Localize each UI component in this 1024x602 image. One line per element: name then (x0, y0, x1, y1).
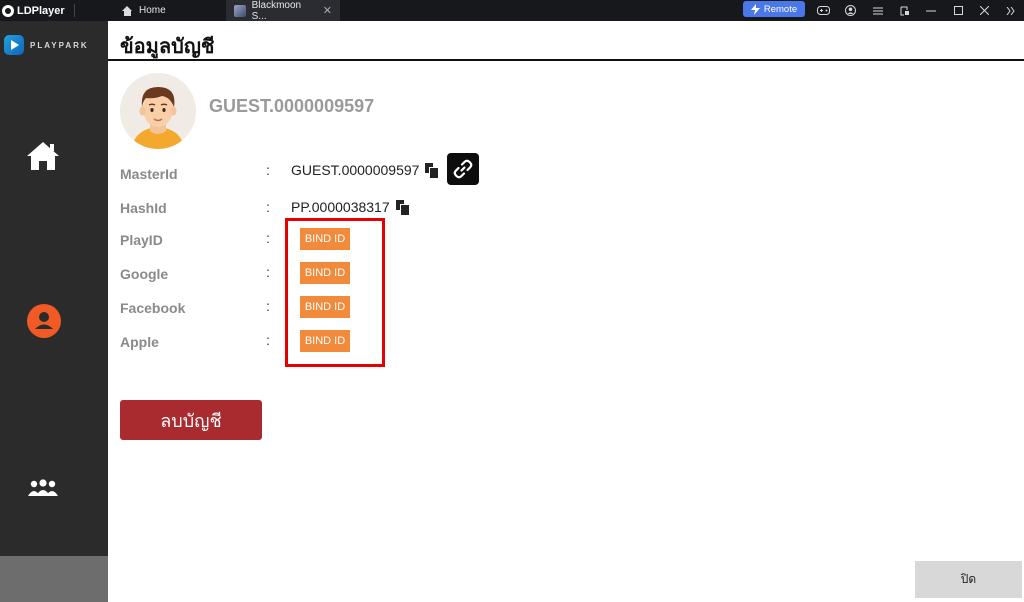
expand-sidebar-icon[interactable] (1001, 0, 1021, 21)
hashid-value: PP.0000038317 (291, 199, 390, 215)
avatar (120, 73, 196, 149)
close-button[interactable]: ปิด (915, 561, 1022, 598)
facebook-label: Facebook (120, 300, 186, 316)
app-name: LDPlayer (17, 4, 65, 17)
title-divider (108, 59, 1024, 61)
masterid-label: MasterId (120, 166, 178, 182)
masterid-value-row: GUEST.0000009597 (291, 162, 440, 179)
nav-profile[interactable] (27, 304, 61, 338)
emulator-titlebar: LDPlayer Home Blackmoon S... ✕ Remote (0, 0, 1024, 22)
ldplayer-logo: LDPlayer (2, 0, 65, 21)
tab-game-label: Blackmoon S... (251, 0, 302, 22)
playid-label: PlayID (120, 232, 163, 248)
copy-hashid-icon[interactable] (394, 199, 410, 216)
minimize-icon[interactable] (921, 0, 941, 21)
hashid-colon: : (266, 199, 270, 215)
menu-icon[interactable] (868, 0, 888, 21)
tab-close-icon[interactable]: ✕ (323, 4, 332, 17)
sidebar-footer (0, 556, 108, 602)
masterid-colon: : (266, 162, 270, 178)
tab-home[interactable]: Home (114, 0, 224, 21)
nav-home[interactable] (26, 141, 60, 171)
playpark-sidebar: PLAYPARK (0, 21, 108, 602)
google-colon: : (266, 264, 270, 280)
link-account-button[interactable] (447, 153, 479, 185)
avatar-illustration (120, 73, 196, 149)
account-icon[interactable] (840, 0, 860, 21)
facebook-colon: : (266, 298, 270, 314)
nav-community[interactable] (26, 478, 60, 498)
copy-masterid-icon[interactable] (423, 162, 440, 179)
profile-name: GUEST.0000009597 (209, 96, 375, 116)
playpark-logo: PLAYPARK (4, 35, 89, 55)
home-icon (27, 142, 59, 170)
gamepad-icon[interactable] (813, 0, 833, 21)
highlight-annotation (285, 218, 385, 367)
maximize-icon[interactable] (948, 0, 968, 21)
window-mode-icon[interactable] (895, 0, 915, 21)
game-thumbnail-icon (234, 4, 246, 17)
google-label: Google (120, 266, 169, 282)
page-title: ข้อมูลบัญชี (120, 36, 215, 58)
profile-icon (35, 312, 53, 329)
delete-account-button[interactable]: ลบบัญชี (120, 400, 262, 440)
remote-label: Remote (763, 3, 798, 15)
titlebar-divider (74, 4, 75, 17)
remote-button[interactable]: Remote (743, 1, 805, 17)
playid-colon: : (266, 230, 270, 246)
lightning-icon (750, 3, 760, 15)
hashid-label: HashId (120, 200, 167, 216)
link-icon (453, 159, 473, 179)
tab-blackmoon[interactable]: Blackmoon S... ✕ (226, 0, 340, 22)
group-icon (28, 479, 58, 496)
playpark-brand: PLAYPARK (30, 40, 89, 50)
apple-colon: : (266, 332, 270, 348)
apple-label: Apple (120, 334, 159, 350)
home-tab-icon (122, 5, 133, 16)
playpark-logo-icon (4, 35, 24, 55)
masterid-value: GUEST.0000009597 (291, 162, 420, 178)
tab-home-label: Home (139, 5, 166, 16)
hashid-value-row: PP.0000038317 (291, 199, 410, 216)
close-window-icon[interactable] (974, 0, 994, 21)
ldplayer-logo-icon (2, 4, 14, 17)
